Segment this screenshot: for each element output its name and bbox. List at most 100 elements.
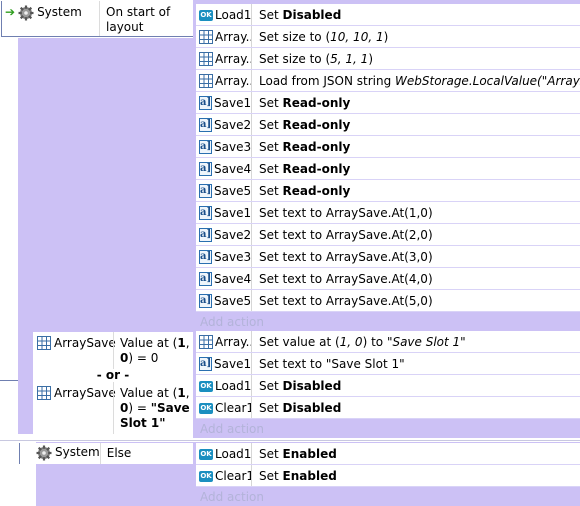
text-object-icon: a] [199, 118, 212, 132]
action-object-label: Array... [215, 335, 251, 349]
ok-icon: OK [199, 448, 213, 460]
event1-action-row[interactable]: Array... Load from JSON string WebStorage… [196, 70, 580, 92]
event2-cond1-object-label: ArraySave [54, 336, 116, 350]
action-text: Set Enabled [259, 469, 337, 483]
action-object-label: Clear1 [215, 401, 252, 415]
action-text: Set Enabled [259, 447, 337, 461]
action-object[interactable]: a] Save4 [196, 268, 252, 290]
event2-action-row[interactable]: OK Clear1 Set Disabled [196, 397, 580, 419]
event1-action-row[interactable]: a] Save1 Set text to ArraySave.At(1,0) [196, 202, 580, 224]
array-icon [37, 386, 51, 400]
text-object-icon: a] [199, 250, 212, 264]
row-separator [196, 418, 580, 419]
action-object-label: Save5 [214, 184, 252, 198]
action-object-label: Load1 [215, 447, 252, 461]
action-object-label: Clear1 [215, 469, 252, 483]
action-object[interactable]: a] Save5 [196, 180, 252, 202]
row-separator [196, 311, 580, 312]
action-object[interactable]: a] Save5 [196, 290, 252, 312]
event2-cond1-object: ArraySave [33, 332, 116, 369]
text-object-icon: a] [199, 294, 212, 308]
action-text: Set size to (5, 1, 1) [259, 52, 374, 66]
action-object[interactable]: Array... [196, 331, 252, 353]
event3-condition-text: Else [99, 443, 193, 464]
action-object[interactable]: OK Load1 [196, 4, 252, 26]
action-object-label: Save4 [214, 272, 252, 286]
event2-add-action[interactable]: Add action [200, 422, 264, 436]
event1-action-row[interactable]: Array... Set size to (5, 1, 1) [196, 48, 580, 70]
action-object[interactable]: a] Save2 [196, 114, 252, 136]
event1-action-row[interactable]: a] Save2 Set text to ArraySave.At(2,0) [196, 224, 580, 246]
event3-action-row[interactable]: OK Clear1 Set Enabled [196, 465, 580, 487]
event3-condition[interactable]: System Else [19, 443, 193, 464]
action-object-label: Array... [215, 74, 251, 88]
action-text: Set text to ArraySave.At(5,0) [259, 294, 433, 308]
ok-icon: OK [199, 380, 213, 392]
event1-condition-text: On start of layout [99, 1, 193, 36]
action-object-label: Load1 [215, 379, 252, 393]
action-object[interactable]: Array... [196, 48, 252, 70]
action-object[interactable]: OK Load1 [196, 443, 252, 465]
event1-action-row[interactable]: a] Save5 Set Read-only [196, 180, 580, 202]
action-text: Set Disabled [259, 401, 342, 415]
event1-condition[interactable]: ➔ System On start of layout [1, 1, 193, 37]
event3-object: System [20, 443, 100, 464]
action-text: Set Read-only [259, 118, 351, 132]
action-text: Set Read-only [259, 96, 351, 110]
event1-action-row[interactable]: OK Load1 Set Disabled [196, 4, 580, 26]
event1-action-row[interactable]: Array... Set size to (10, 10, 1) [196, 26, 580, 48]
action-object[interactable]: a] Save1 [196, 202, 252, 224]
event1-action-row[interactable]: a] Save2 Set Read-only [196, 114, 580, 136]
text-object-icon: a] [199, 357, 212, 371]
action-object-label: Save2 [214, 118, 252, 132]
event1-action-row[interactable]: a] Save1 Set Read-only [196, 92, 580, 114]
system-gear-icon [36, 445, 52, 461]
action-object-label: Save1 [214, 96, 252, 110]
action-text: Set text to "Save Slot 1" [259, 357, 405, 371]
event2-action-row[interactable]: Array... Set value at (1, 0) to "Save Slo… [196, 331, 580, 353]
action-text: Set text to ArraySave.At(1,0) [259, 206, 433, 220]
event3-add-action[interactable]: Add action [200, 490, 264, 504]
event2-condition-1[interactable]: ArraySave Value at (1, 0) = 0 [33, 332, 193, 369]
action-object[interactable]: a] Save1 [196, 353, 252, 375]
event1-action-row[interactable]: a] Save5 Set text to ArraySave.At(5,0) [196, 290, 580, 312]
action-object-label: Load1 [215, 8, 252, 22]
action-object[interactable]: a] Save3 [196, 246, 252, 268]
event1-action-row[interactable]: a] Save3 Set Read-only [196, 136, 580, 158]
event1-action-row[interactable]: a] Save4 Set Read-only [196, 158, 580, 180]
event2-cond1-text: Value at (1, 0) = 0 [113, 332, 193, 369]
array-icon [199, 74, 213, 88]
text-object-icon: a] [199, 96, 212, 110]
event2-condition-2[interactable]: ArraySave Value at (1, 0) = "Save Slot 1… [33, 382, 193, 434]
action-text: Set text to ArraySave.At(4,0) [259, 272, 433, 286]
ok-icon: OK [199, 9, 213, 21]
action-text: Set Read-only [259, 162, 351, 176]
action-object[interactable]: a] Save3 [196, 136, 252, 158]
action-object-label: Save4 [214, 162, 252, 176]
action-object[interactable]: OK Clear1 [196, 465, 252, 487]
text-object-icon: a] [199, 184, 212, 198]
array-icon [199, 30, 213, 44]
event2-cond2-object: ArraySave [33, 382, 116, 434]
action-object[interactable]: a] Save4 [196, 158, 252, 180]
action-object[interactable]: Array... [196, 70, 252, 92]
event2-action-row[interactable]: a] Save1 Set text to "Save Slot 1" [196, 353, 580, 375]
event1-add-action[interactable]: Add action [200, 315, 264, 329]
event3-action-row[interactable]: OK Load1 Set Enabled [196, 443, 580, 465]
action-object[interactable]: OK Load1 [196, 375, 252, 397]
ok-icon: OK [199, 402, 213, 414]
event2-cond2-text: Value at (1, 0) = "Save Slot 1" [113, 382, 193, 434]
action-object[interactable]: OK Clear1 [196, 397, 252, 419]
event1-indent-bg [18, 38, 193, 331]
action-object[interactable]: Array... [196, 26, 252, 48]
event2-action-row[interactable]: OK Load1 Set Disabled [196, 375, 580, 397]
action-object-label: Save5 [214, 294, 252, 308]
event1-action-row[interactable]: a] Save3 Set text to ArraySave.At(3,0) [196, 246, 580, 268]
event1-action-row[interactable]: a] Save4 Set text to ArraySave.At(4,0) [196, 268, 580, 290]
text-object-icon: a] [199, 272, 212, 286]
text-object-icon: a] [199, 162, 212, 176]
action-object[interactable]: a] Save2 [196, 224, 252, 246]
action-object[interactable]: a] Save1 [196, 92, 252, 114]
array-icon [199, 52, 213, 66]
event1-object-label: System [37, 5, 82, 19]
